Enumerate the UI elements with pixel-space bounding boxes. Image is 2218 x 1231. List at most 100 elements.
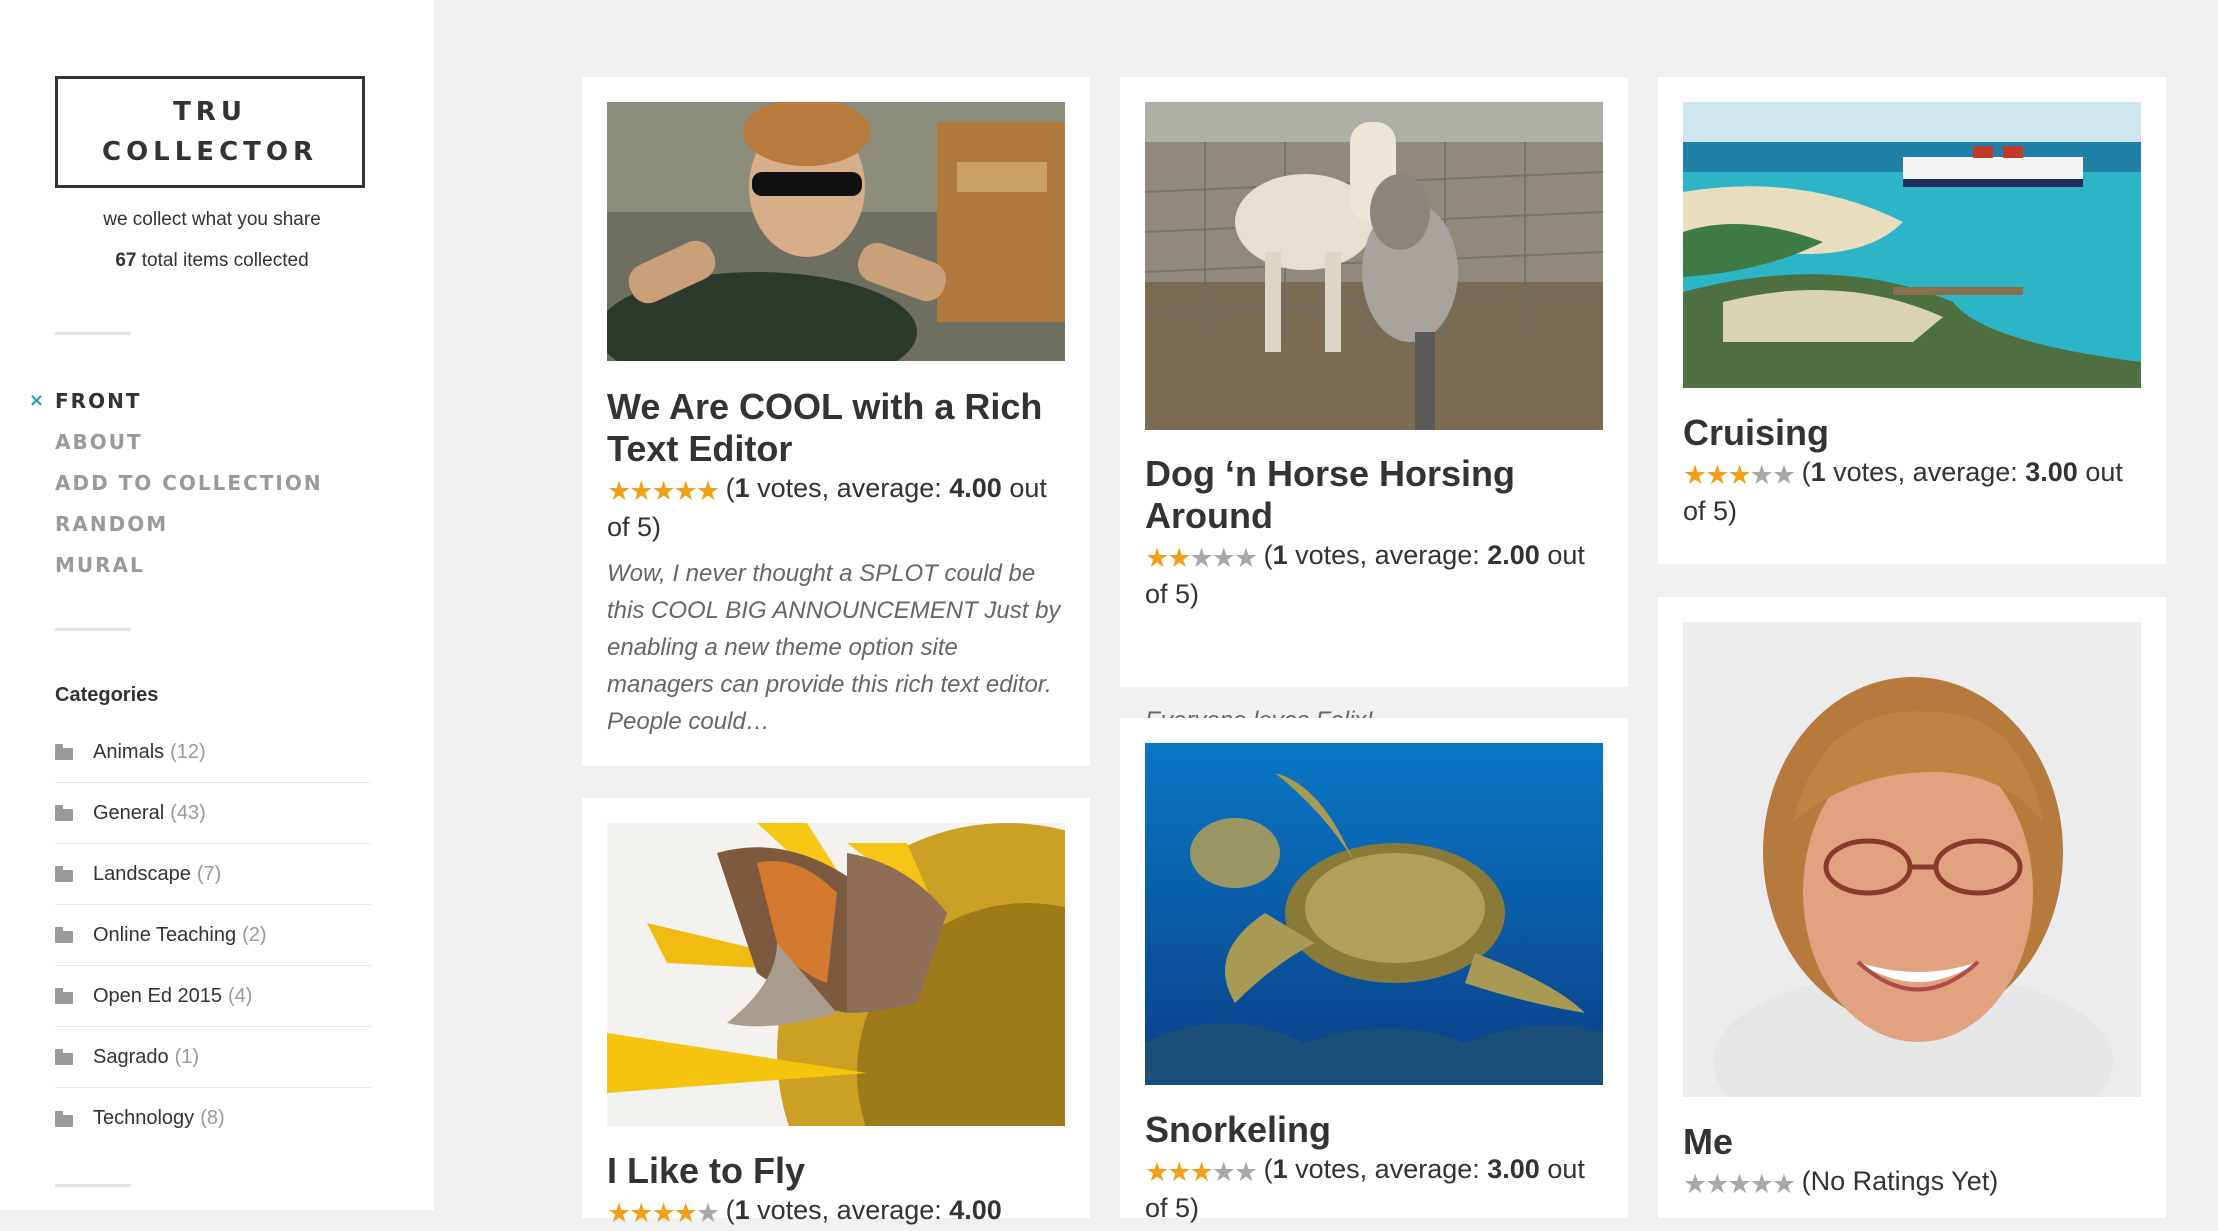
star-filled-icon[interactable]: ★ [1167,1157,1191,1187]
star-empty-icon[interactable]: ★ [1212,543,1236,573]
card-title[interactable]: Cruising [1683,412,2143,454]
star-filled-icon[interactable]: ★ [1705,460,1729,490]
star-filled-icon[interactable]: ★ [1189,1157,1213,1187]
nav-item-label: ADD TO COLLECTION [55,471,323,495]
star-empty-icon[interactable]: ★ [1705,1169,1729,1199]
star-rating-icon[interactable]: ★★★★★ [607,473,720,509]
star-rating-icon[interactable]: ★★★★★ [1145,540,1258,576]
star-filled-icon[interactable]: ★ [651,1198,675,1228]
card-rating: ★★★★★ (1 votes, average: 4.00 out of 5) [607,470,1067,545]
nav-item-about[interactable]: ABOUT [55,427,323,468]
site-title-line1: TRU [173,97,247,127]
nav-item-label: FRONT [55,389,142,413]
nav-item-label: MURAL [55,553,145,577]
category-name: Sagrado [93,1045,169,1068]
star-empty-icon[interactable]: ★ [1772,1169,1796,1199]
star-filled-icon[interactable]: ★ [1167,543,1191,573]
category-item-sagrado[interactable]: Sagrado (1) [55,1027,371,1088]
star-filled-icon[interactable]: ★ [1683,460,1707,490]
card-rating: ★★★★★ (1 votes, average: 2.00 out of 5) [1145,537,1605,612]
star-filled-icon[interactable]: ★ [629,1198,653,1228]
star-rating-icon[interactable]: ★★★★★ [1145,1154,1258,1190]
star-empty-icon[interactable]: ★ [1772,460,1796,490]
sidebar: TRU COLLECTOR we collect what you share … [0,0,434,1210]
star-filled-icon[interactable]: ★ [607,1198,631,1228]
card-image-butterfly-sunflower[interactable] [607,823,1065,1126]
nav-item-random[interactable]: RANDOM [55,509,323,550]
category-count: (43) [170,801,206,824]
item-card[interactable]: Dog ‘n Horse Horsing Around ★★★★★ (1 vot… [1120,77,1628,734]
site-title-line2: COLLECTOR [101,137,319,167]
star-rating-icon[interactable]: ★★★★★ [1683,457,1796,493]
star-filled-icon[interactable]: ★ [1727,460,1751,490]
site-tagline: we collect what you share [103,209,321,230]
rating-text: ( [725,1195,735,1225]
star-filled-icon[interactable]: ★ [674,476,698,506]
card-image-cruise-island[interactable] [1683,102,2141,388]
item-card[interactable]: Me ★★★★★ (No Ratings Yet) [1658,597,2166,1218]
site-title-logo[interactable]: TRU COLLECTOR [55,76,365,188]
star-rating-icon[interactable]: ★★★★★ [607,1195,720,1231]
rating-text: votes, average: [749,1195,950,1225]
star-empty-icon[interactable]: ★ [1750,460,1774,490]
folder-icon [55,988,73,1004]
divider [55,1184,131,1187]
nav-item-add-to-collection[interactable]: ADD TO COLLECTION [55,468,323,509]
star-filled-icon[interactable]: ★ [674,1198,698,1228]
category-count: (8) [200,1107,225,1129]
star-filled-icon[interactable]: ★ [651,476,675,506]
categories-heading: Categories [55,684,159,706]
star-empty-icon[interactable]: ★ [1683,1169,1707,1199]
rating-text: ( [725,473,735,503]
card-title[interactable]: Dog ‘n Horse Horsing Around [1145,453,1605,537]
card-title[interactable]: I Like to Fly [607,1150,1067,1192]
card-image-teen-sunglasses[interactable] [607,102,1065,361]
star-rating-icon[interactable]: ★★★★★ [1683,1166,1796,1202]
item-card[interactable]: Snorkeling ★★★★★ (1 votes, average: 3.00… [1120,718,1628,1223]
star-filled-icon[interactable]: ★ [607,476,631,506]
rating-text: votes, average: [749,473,950,503]
category-item-online-teaching[interactable]: Online Teaching (2) [55,905,371,966]
category-item-animals[interactable]: Animals (12) [55,722,371,783]
folder-icon [55,927,73,943]
star-empty-icon[interactable]: ★ [1234,1157,1258,1187]
category-item-technology[interactable]: Technology (8) [55,1088,371,1149]
total-items: 67 total items collected [0,250,424,272]
rating-text: ( [1801,457,1811,487]
star-empty-icon[interactable]: ★ [696,1198,720,1228]
star-filled-icon[interactable]: ★ [696,476,720,506]
star-filled-icon[interactable]: ★ [1145,1157,1169,1187]
category-name: Online Teaching [93,923,237,946]
card-rating: ★★★★★ (1 votes, average: 3.00 out of 5) [1145,1151,1605,1226]
item-card[interactable]: Cruising ★★★★★ (1 votes, average: 3.00 o… [1658,77,2166,564]
star-empty-icon[interactable]: ★ [1234,543,1258,573]
category-item-open-ed-2015[interactable]: Open Ed 2015 (4) [55,966,371,1027]
card-rating: ★★★★★ (No Ratings Yet) [1683,1163,2143,1202]
item-card[interactable]: I Like to Fly ★★★★★ (1 votes, average: 4… [582,798,1090,1228]
star-empty-icon[interactable]: ★ [1750,1169,1774,1199]
star-empty-icon[interactable]: ★ [1189,543,1213,573]
card-image-sea-turtle[interactable] [1145,743,1603,1085]
nav-item-mural[interactable]: MURAL [55,550,323,591]
categories-list: Animals (12) General (43) Landscape (7) … [55,722,371,1149]
star-empty-icon[interactable]: ★ [1212,1157,1236,1187]
rating-votes: 1 [1272,1154,1288,1184]
category-item-general[interactable]: General (43) [55,783,371,844]
rating-average: 4.00 [949,473,1002,503]
rating-text: votes, average: [1825,457,2026,487]
card-title[interactable]: Snorkeling [1145,1109,1605,1151]
card-title[interactable]: We Are COOL with a Rich Text Editor [607,386,1067,470]
card-title[interactable]: Me [1683,1121,2143,1163]
nav-item-front[interactable]: × FRONT [29,386,323,427]
star-empty-icon[interactable]: ★ [1727,1169,1751,1199]
star-filled-icon[interactable]: ★ [629,476,653,506]
rating-text: ( [1263,540,1273,570]
rating-text: votes, average: [1287,540,1488,570]
item-card[interactable]: We Are COOL with a Rich Text Editor ★★★★… [582,77,1090,766]
rating-average: 3.00 [1487,1154,1540,1184]
star-filled-icon[interactable]: ★ [1145,543,1169,573]
category-item-landscape[interactable]: Landscape (7) [55,844,371,905]
category-name: General [93,801,165,824]
card-image-woman-portrait[interactable] [1683,622,2141,1097]
card-image-horse-dog[interactable] [1145,102,1603,430]
